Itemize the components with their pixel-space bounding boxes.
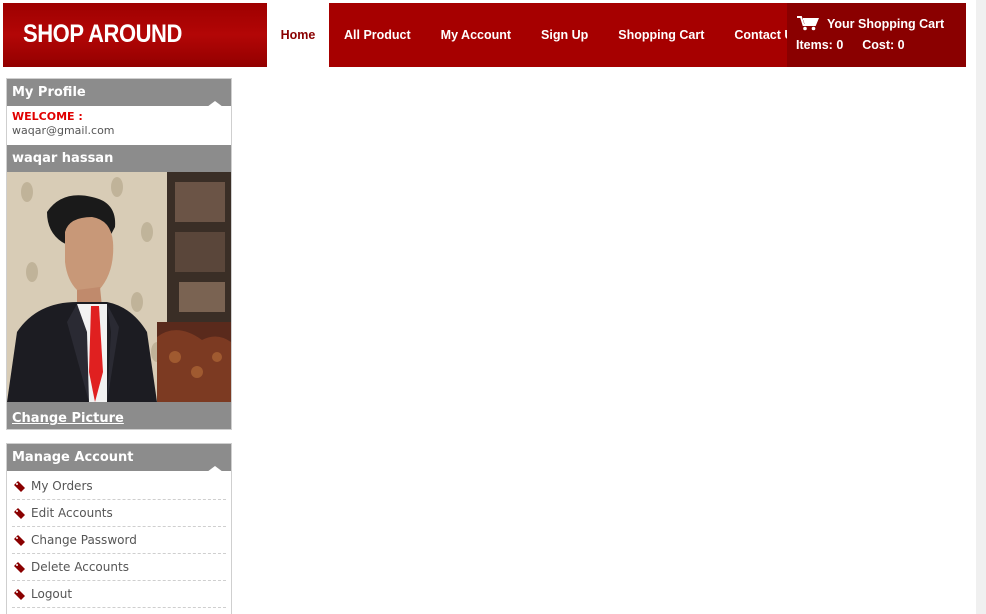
change-picture-link[interactable]: Change Picture [12, 411, 124, 426]
profile-panel-title: My Profile [12, 85, 86, 100]
menu-item-edit-accounts[interactable]: Edit Accounts [12, 500, 226, 527]
nav-home-label[interactable]: Home [281, 28, 316, 42]
nav-sign-up[interactable]: Sign Up [541, 28, 588, 42]
menu-item-label[interactable]: Delete Accounts [31, 560, 129, 574]
tag-icon [14, 561, 25, 573]
profile-photo-illustration [7, 172, 231, 402]
menu-item-label[interactable]: Change Password [31, 533, 137, 547]
manage-menu: My Orders Edit Accounts Change Password … [7, 471, 231, 608]
panel-notch [207, 101, 223, 107]
panel-notch [207, 466, 223, 472]
main-nav: All Product My Account Sign Up Shopping … [329, 3, 800, 67]
welcome-label: WELCOME : [12, 110, 83, 123]
nav-home[interactable]: Home [267, 3, 329, 67]
menu-item-delete-accounts[interactable]: Delete Accounts [12, 554, 226, 581]
menu-item-label[interactable]: Edit Accounts [31, 506, 113, 520]
site-header: SHOP AROUND Home All Product My Account … [3, 3, 966, 67]
tag-icon [14, 588, 25, 600]
menu-item-label[interactable]: My Orders [31, 479, 93, 493]
profile-panel: My Profile WELCOME : waqar@gmail.com waq… [6, 78, 232, 430]
menu-item-label[interactable]: Logout [31, 587, 72, 601]
profile-photo [7, 172, 231, 402]
cart-cost-value: 0 [897, 38, 905, 52]
cart-title-row[interactable]: Your Shopping Cart [797, 16, 944, 31]
profile-panel-header: My Profile [7, 79, 231, 107]
tag-icon [14, 507, 25, 519]
cart-items-label: Items: [796, 38, 833, 52]
cart-info: Items: 0 Cost: 0 [796, 38, 905, 52]
cart-title[interactable]: Your Shopping Cart [827, 17, 944, 31]
menu-item-logout[interactable]: Logout [12, 581, 226, 608]
nav-shopping-cart[interactable]: Shopping Cart [618, 28, 704, 42]
manage-panel-title: Manage Account [12, 450, 134, 465]
logo-box[interactable]: SHOP AROUND [3, 3, 267, 67]
user-name-bar: waqar hassan [7, 145, 231, 172]
site-logo[interactable]: SHOP AROUND [23, 20, 182, 49]
menu-item-my-orders[interactable]: My Orders [12, 473, 226, 500]
manage-account-panel: Manage Account My Orders Edit Accounts C… [6, 443, 232, 614]
user-name: waqar hassan [12, 151, 114, 166]
change-picture-bar: Change Picture [7, 402, 231, 429]
welcome-block: WELCOME : waqar@gmail.com [7, 106, 231, 145]
scrollbar-track[interactable] [976, 0, 986, 614]
tag-icon [14, 480, 25, 492]
user-email: waqar@gmail.com [12, 124, 115, 137]
cart-cost-label: Cost: [862, 38, 895, 52]
manage-panel-header: Manage Account [7, 444, 231, 472]
cart-summary[interactable]: Your Shopping Cart Items: 0 Cost: 0 [787, 3, 966, 67]
cart-items-value: 0 [836, 38, 844, 52]
nav-my-account[interactable]: My Account [441, 28, 511, 42]
tag-icon [14, 534, 25, 546]
nav-all-product[interactable]: All Product [344, 28, 411, 42]
cart-icon [797, 16, 819, 31]
menu-item-change-password[interactable]: Change Password [12, 527, 226, 554]
